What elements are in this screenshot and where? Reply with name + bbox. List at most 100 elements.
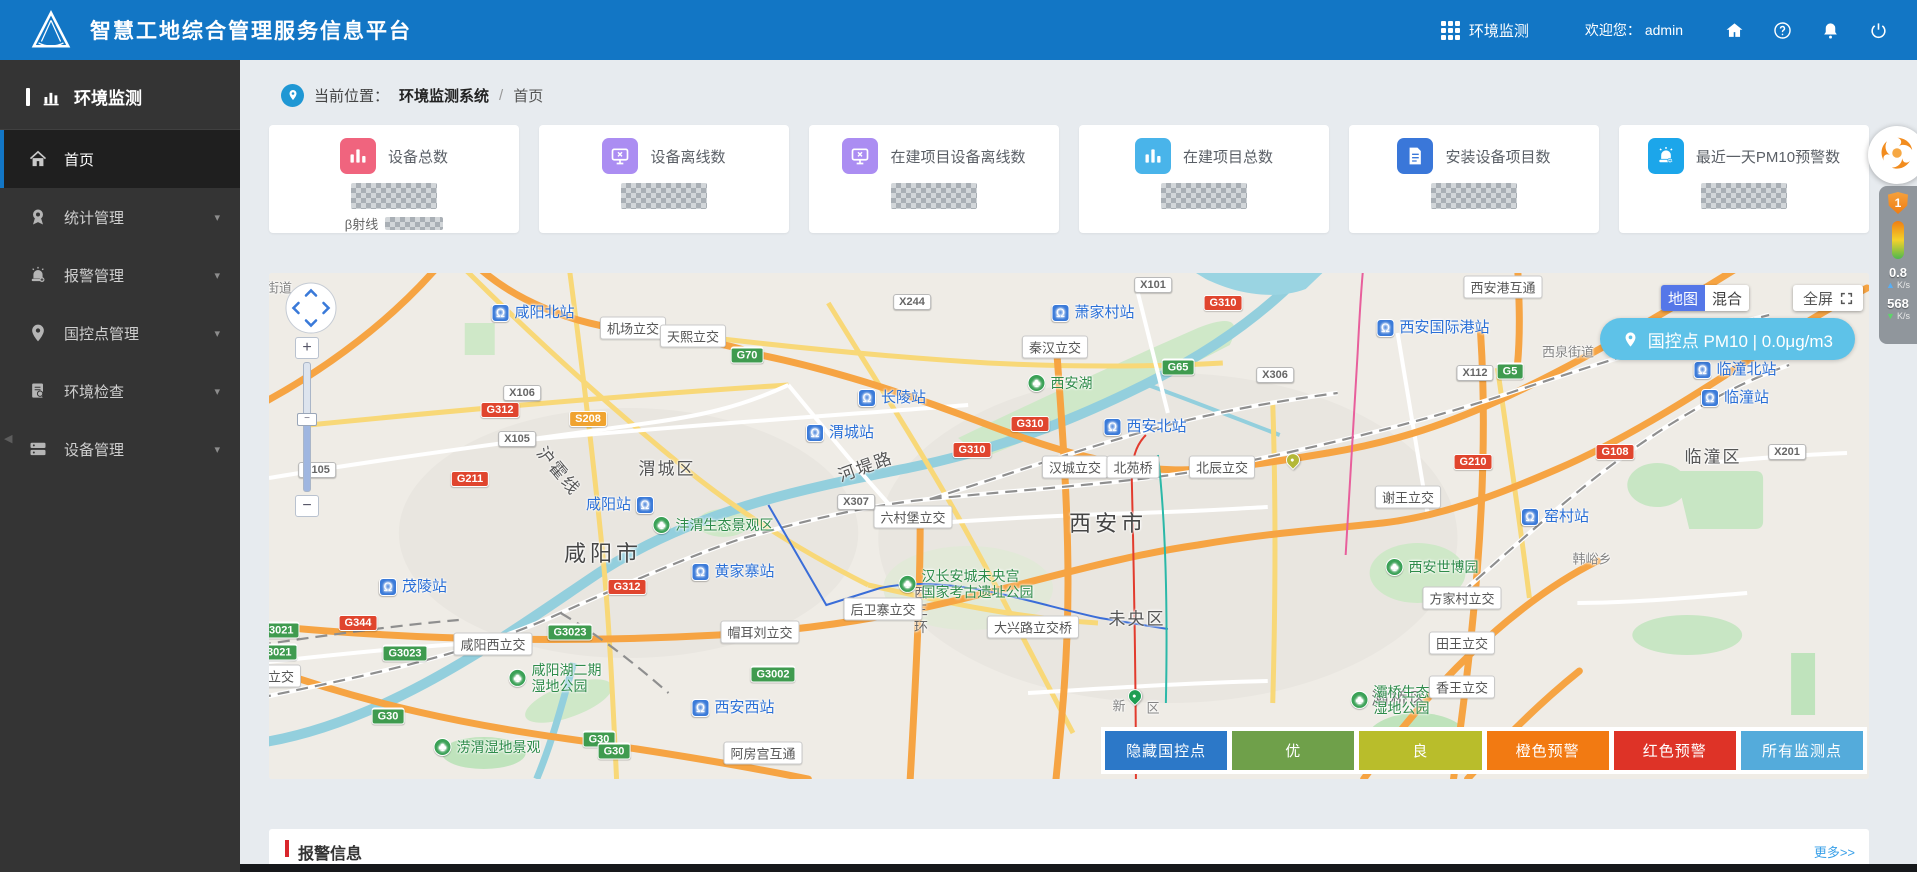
stat-card-icon: [1397, 138, 1434, 174]
stat-card-icon: [1647, 138, 1684, 174]
module-label: 环境监测: [1468, 22, 1529, 40]
map-bwhite: X307: [837, 494, 875, 510]
stat-card: 在建项目设备离线数: [809, 125, 1059, 233]
map-road-badge: S208: [569, 411, 607, 427]
park-icon: ♣: [1350, 691, 1369, 709]
stat-card-extra: β射线: [275, 214, 513, 233]
map-legend-button[interactable]: 优: [1232, 731, 1355, 770]
stat-card: 最近一天PM10预警数: [1619, 125, 1869, 233]
chevron-down-icon: ▾: [214, 269, 220, 282]
map-legend-button[interactable]: 隐藏国控点: [1105, 731, 1228, 770]
stat-card-title: 最近一天PM10预警数: [1695, 148, 1841, 166]
stat-card-value-redacted: [1701, 183, 1787, 209]
sidebar-item-alarm[interactable]: 报警管理 ▾: [0, 246, 240, 304]
sidebar-item-home[interactable]: 首页: [0, 130, 240, 188]
map-district: 渭城区: [638, 459, 696, 479]
alarm-more-link[interactable]: 更多>>: [1814, 840, 1855, 861]
alarm-icon: [28, 265, 48, 285]
zoom-in-button[interactable]: +: [295, 337, 319, 359]
map-road-badge: G5: [1496, 362, 1524, 380]
map-road: 机场立交: [599, 316, 667, 340]
sidebar: 环境监测 首页 统计管理 ▾ 报警管理 ▾ 国控点管理 ▾ 环境检查 ▾ 设备管…: [0, 60, 240, 872]
shield-badge: 1: [1888, 192, 1908, 214]
map-type-mixed-button[interactable]: 混合: [1705, 285, 1749, 311]
sidebar-collapse-icon[interactable]: ◀: [4, 432, 12, 445]
home-icon[interactable]: [1723, 19, 1745, 41]
stats-icon: [28, 207, 48, 227]
arrow-up-icon: ▲: [1886, 280, 1895, 290]
zoom-slider-handle[interactable]: −: [297, 413, 317, 426]
breadcrumb-label: 当前位置：: [314, 87, 390, 105]
title-bar-mark: [26, 87, 30, 106]
alarm-panel-title: 报警信息: [298, 846, 363, 863]
map-district: 未央区: [1108, 609, 1166, 629]
app-logo-icon: [31, 10, 71, 48]
pin-icon: [28, 323, 48, 343]
map-park: ♣ 涝渭湿地景观: [433, 738, 541, 756]
zoom-slider[interactable]: −: [297, 362, 317, 492]
sidebar-item-stats[interactable]: 统计管理 ▾: [0, 188, 240, 246]
map-road-badge: G310: [1203, 295, 1243, 311]
breadcrumb-page[interactable]: 首页: [513, 85, 543, 106]
chevron-down-icon: ▾: [214, 443, 220, 456]
sidebar-item-label: 环境检查: [64, 383, 125, 401]
monitor-point-tooltip[interactable]: 国控点 PM10 | 0.0μg/m3: [1599, 318, 1855, 360]
swirl-icon: [1876, 134, 1916, 177]
app-title: 智慧工地综合管理服务信息平台: [90, 20, 412, 43]
stat-card-head: 在建项目总数: [1134, 138, 1273, 174]
map-station: 咸阳站 Ω: [586, 496, 655, 514]
map-type-map-button[interactable]: 地图: [1661, 285, 1705, 311]
map-station: Ω 西安西站: [691, 699, 775, 717]
map-station: Ω 西安国际港站: [1376, 319, 1490, 337]
metro-station-icon: Ω: [691, 699, 710, 717]
stat-card-head: 设备离线数: [602, 138, 726, 174]
map-legend-button[interactable]: 所有监测点: [1740, 731, 1864, 770]
sidebar-item-check[interactable]: 环境检查 ▾: [0, 362, 240, 420]
map-legend-button[interactable]: 橙色预警: [1486, 731, 1609, 770]
bell-icon[interactable]: [1819, 19, 1841, 41]
metro-station-icon: Ω: [1693, 361, 1712, 379]
map-road: 大兴路立交桥: [986, 615, 1080, 639]
sidebar-item-label: 统计管理: [64, 209, 125, 227]
map-road: 田王立交: [1428, 631, 1496, 655]
stat-card-head: 安装设备项目数: [1397, 138, 1551, 174]
browser-accelerator-button[interactable]: [1868, 126, 1917, 184]
map-road-badge: G210: [1453, 454, 1493, 470]
breadcrumb-system[interactable]: 环境监测系统: [399, 85, 489, 106]
map-station: Ω 萧家村站: [1051, 304, 1135, 322]
map-pan-control[interactable]: [285, 282, 337, 334]
breadcrumb-separator: /: [499, 86, 504, 104]
map-legend-button[interactable]: 红色预警: [1613, 731, 1736, 770]
stat-card-value-redacted: [621, 183, 707, 209]
map-town: 区: [1146, 700, 1160, 716]
netspeed-widget[interactable]: 1 0.8 ▲ K/s 568 ▼ K/s: [1879, 186, 1917, 344]
map-road-badge: G3023: [382, 644, 428, 662]
map-station: Ω 临潼北站: [1693, 361, 1777, 379]
chevron-down-icon: ▾: [214, 211, 220, 224]
zoom-out-button[interactable]: −: [295, 495, 319, 517]
sidebar-item-pin[interactable]: 国控点管理 ▾: [0, 304, 240, 362]
sidebar-item-device[interactable]: 设备管理 ▾: [0, 420, 240, 478]
chevron-down-icon: ▾: [214, 327, 220, 340]
park-icon: ♣: [1027, 374, 1046, 392]
stat-card-value-redacted: [1161, 183, 1247, 209]
map-road: 北辰立交: [1188, 455, 1256, 479]
power-icon[interactable]: [1867, 19, 1889, 41]
map-road-badge: G211: [450, 471, 490, 487]
map-canvas[interactable]: 咸阳市西安市渭城区未央区临潼区灞桥区韩峪乡西泉街道街道新区沪霍线河堤路西三环Ω咸…: [269, 273, 1869, 779]
bar-chart-icon: [43, 92, 59, 105]
fullscreen-corners-icon: [1840, 292, 1853, 304]
help-icon[interactable]: [1771, 19, 1793, 41]
map-legend-button[interactable]: 良: [1359, 731, 1482, 770]
sidebar-item-label: 国控点管理: [64, 325, 140, 343]
map-road: 立交: [269, 664, 302, 688]
location-pin-icon: [281, 83, 304, 107]
stat-card-head: 在建项目设备离线数: [842, 138, 1026, 174]
sidebar-item-label: 报警管理: [64, 267, 125, 285]
module-switcher[interactable]: 环境监测: [1440, 20, 1529, 41]
map-town: 新: [1112, 698, 1126, 714]
map-park: ♣ 西安湖: [1027, 374, 1093, 392]
map-fullscreen-button[interactable]: 全屏: [1792, 285, 1863, 311]
map-type-toggle: 地图 混合: [1661, 285, 1749, 311]
map-bwhite: X106: [503, 385, 541, 401]
